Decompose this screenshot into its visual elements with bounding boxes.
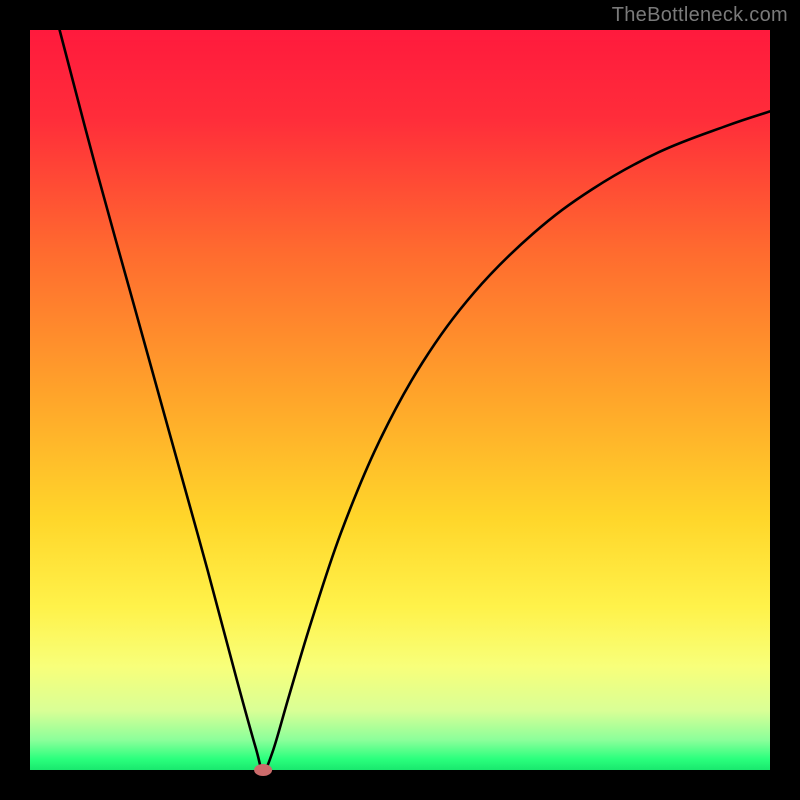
watermark-text: TheBottleneck.com [612,4,788,27]
bottleneck-chart [0,0,800,800]
minimum-marker [254,764,272,776]
chart-stage: TheBottleneck.com [0,0,800,800]
